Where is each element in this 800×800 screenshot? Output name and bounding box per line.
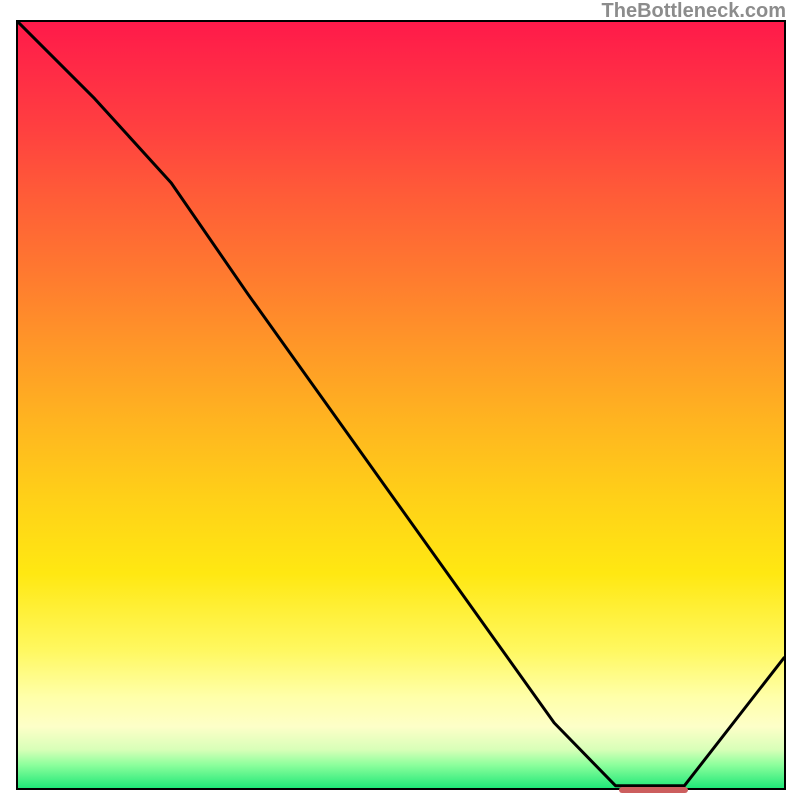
minimum-marker: [619, 787, 688, 793]
line-chart-svg: [18, 22, 784, 788]
plot-area: [16, 20, 786, 790]
chart-container: TheBottleneck.com: [0, 0, 800, 800]
curve-line: [18, 22, 784, 786]
